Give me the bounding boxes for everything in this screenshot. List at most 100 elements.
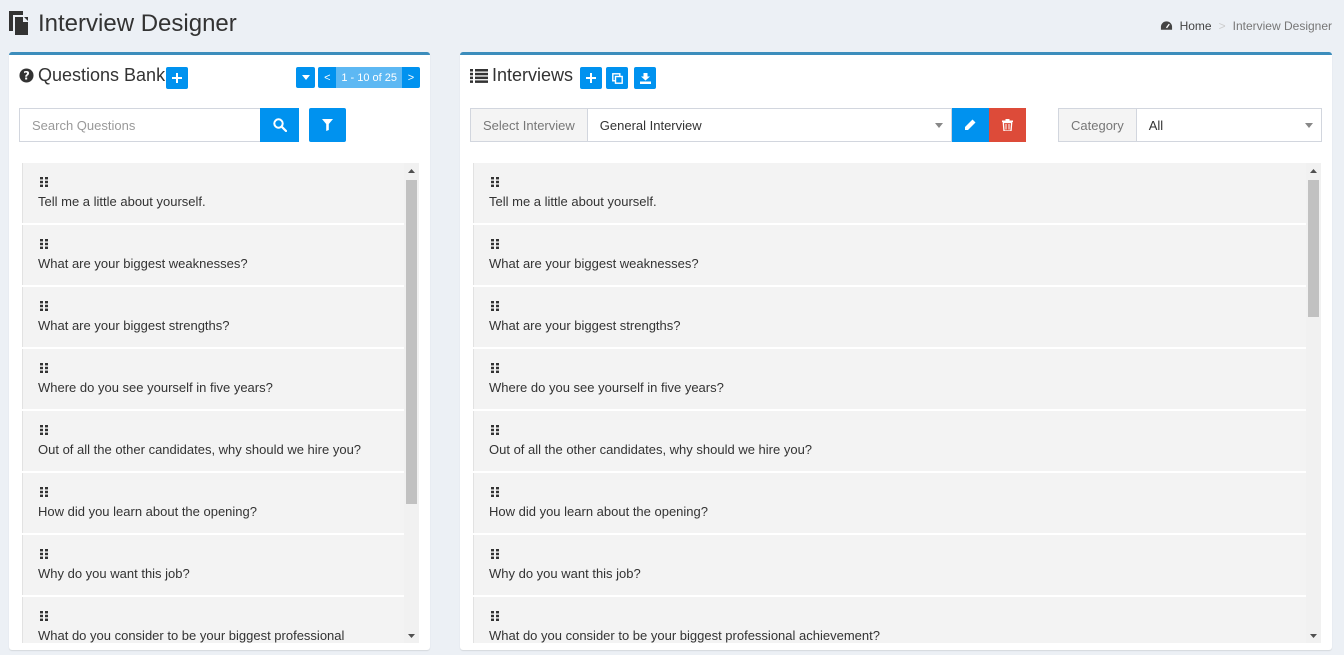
question-item[interactable]: How did you learn about the opening? <box>473 473 1306 533</box>
questions-bank-title: Questions Bank <box>38 65 166 85</box>
question-text: Tell me a little about yourself. <box>489 194 657 209</box>
drag-handle-icon[interactable] <box>490 425 500 435</box>
scroll-up-arrow[interactable] <box>1306 163 1321 178</box>
questions-list: Tell me a little about yourself. What are… <box>19 163 419 643</box>
search-input[interactable] <box>19 108 260 142</box>
questions-scrollbar[interactable] <box>404 163 419 643</box>
edit-interview-button[interactable] <box>951 108 989 142</box>
filter-button[interactable] <box>309 108 346 142</box>
drag-handle-icon[interactable] <box>490 239 500 249</box>
drag-handle-icon[interactable] <box>39 611 49 621</box>
questions-list-viewport: Tell me a little about yourself. What are… <box>19 163 404 643</box>
drag-handle-icon[interactable] <box>39 239 49 249</box>
interviews-panel: Interviews Select Interview General Inte… <box>460 52 1332 650</box>
search-group <box>19 108 299 142</box>
filter-icon <box>322 119 333 131</box>
drag-handle-icon[interactable] <box>39 177 49 187</box>
pager-next-button[interactable]: > <box>402 67 420 88</box>
question-item[interactable]: Why do you want this job? <box>22 535 404 595</box>
question-text: How did you learn about the opening? <box>489 504 708 519</box>
drag-handle-icon[interactable] <box>490 549 500 559</box>
question-item[interactable]: Where do you see yourself in five years? <box>473 349 1306 409</box>
category-dropdown-button[interactable] <box>296 67 315 88</box>
question-text: Why do you want this job? <box>489 566 641 581</box>
add-question-button[interactable] <box>166 67 188 89</box>
caret-up-icon <box>1310 168 1317 173</box>
questions-pager: < 1 - 10 of 25 > <box>318 67 420 88</box>
questions-bank-panel: ? Questions Bank < 1 - 10 of 25 > Tell m… <box>9 52 430 650</box>
select-interview-group: Select Interview General Interview <box>470 108 1026 142</box>
list-icon <box>470 68 488 83</box>
drag-handle-icon[interactable] <box>490 611 500 621</box>
question-item[interactable]: Where do you see yourself in five years? <box>22 349 404 409</box>
select-interview-label: Select Interview <box>470 108 588 142</box>
question-text: Tell me a little about yourself. <box>38 194 206 209</box>
documents-icon <box>9 11 30 37</box>
dashboard-icon <box>1160 21 1172 30</box>
question-text: Out of all the other candidates, why sho… <box>38 442 362 457</box>
plus-icon <box>172 73 182 83</box>
drag-handle-icon[interactable] <box>39 425 49 435</box>
question-text: What are your biggest strengths? <box>38 318 230 333</box>
breadcrumb: Home > Interview Designer <box>1160 19 1332 33</box>
download-interview-button[interactable] <box>634 67 656 89</box>
scroll-thumb[interactable] <box>406 180 417 504</box>
category-select[interactable]: All <box>1136 108 1322 142</box>
chevron-down-icon <box>1304 123 1313 128</box>
question-text: What are your biggest strengths? <box>489 318 681 333</box>
drag-handle-icon[interactable] <box>39 487 49 497</box>
interview-select[interactable]: General Interview <box>587 108 952 142</box>
question-item[interactable]: What are your biggest strengths? <box>473 287 1306 347</box>
caret-up-icon <box>408 168 415 173</box>
copy-interview-button[interactable] <box>606 67 628 89</box>
drag-handle-icon[interactable] <box>490 363 500 373</box>
search-icon <box>272 118 287 132</box>
question-item[interactable]: Tell me a little about yourself. <box>473 163 1306 223</box>
caret-down-icon <box>408 633 415 638</box>
question-text: What do you consider to be your biggest … <box>489 628 880 643</box>
interview-questions-viewport: Tell me a little about yourself. What are… <box>470 163 1306 643</box>
question-text: Why do you want this job? <box>38 566 190 581</box>
chevron-down-icon <box>934 123 943 128</box>
question-item[interactable]: What are your biggest strengths? <box>22 287 404 347</box>
question-item[interactable]: How did you learn about the opening? <box>22 473 404 533</box>
download-icon <box>639 72 651 84</box>
delete-interview-button[interactable] <box>988 108 1026 142</box>
scroll-down-arrow[interactable] <box>404 628 419 643</box>
drag-handle-icon[interactable] <box>490 177 500 187</box>
question-text: Where do you see yourself in five years? <box>38 380 273 395</box>
pager-label: 1 - 10 of 25 <box>336 67 402 88</box>
drag-handle-icon[interactable] <box>490 487 500 497</box>
pager-prev-button[interactable]: < <box>318 67 337 88</box>
interview-select-value: General Interview <box>599 117 702 133</box>
breadcrumb-home-label: Home <box>1179 19 1212 33</box>
question-text: How did you learn about the opening? <box>38 504 257 519</box>
question-circle-icon: ? <box>19 68 34 83</box>
copy-icon <box>611 72 623 84</box>
question-text: What are your biggest weaknesses? <box>38 256 248 271</box>
interviews-header: Interviews <box>470 65 573 86</box>
question-item[interactable]: What are your biggest weaknesses? <box>22 225 404 285</box>
scroll-thumb[interactable] <box>1308 180 1319 317</box>
add-interview-button[interactable] <box>580 67 602 89</box>
question-item[interactable]: What do you consider to be your biggest … <box>473 597 1306 643</box>
trash-icon <box>1001 119 1013 131</box>
drag-handle-icon[interactable] <box>39 549 49 559</box>
question-item[interactable]: Why do you want this job? <box>473 535 1306 595</box>
interview-scrollbar[interactable] <box>1306 163 1321 643</box>
question-item[interactable]: Out of all the other candidates, why sho… <box>473 411 1306 471</box>
caret-down-icon <box>301 75 310 80</box>
search-button[interactable] <box>260 108 299 142</box>
drag-handle-icon[interactable] <box>490 301 500 311</box>
scroll-up-arrow[interactable] <box>404 163 419 178</box>
breadcrumb-home[interactable]: Home <box>1160 19 1212 33</box>
category-group: Category All <box>1058 108 1322 142</box>
question-item[interactable]: What are your biggest weaknesses? <box>473 225 1306 285</box>
scroll-down-arrow[interactable] <box>1306 628 1321 643</box>
questions-bank-header: ? Questions Bank <box>19 65 165 86</box>
drag-handle-icon[interactable] <box>39 301 49 311</box>
question-item[interactable]: What do you consider to be your biggest … <box>22 597 404 643</box>
question-item[interactable]: Out of all the other candidates, why sho… <box>22 411 404 471</box>
drag-handle-icon[interactable] <box>39 363 49 373</box>
question-item[interactable]: Tell me a little about yourself. <box>22 163 404 223</box>
